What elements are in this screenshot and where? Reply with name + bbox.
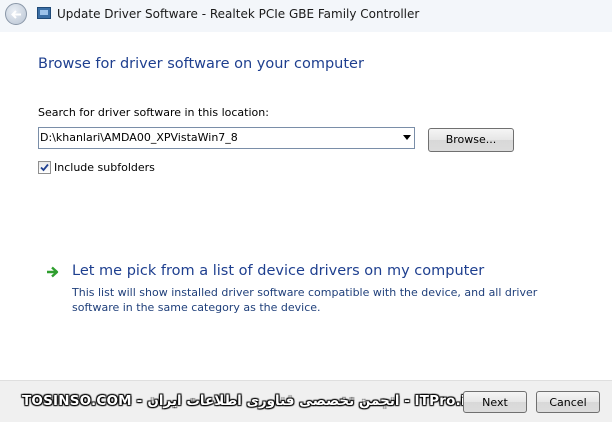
window-title: Update Driver Software - Realtek PCIe GB… — [57, 7, 420, 21]
back-arrow-icon — [11, 10, 21, 19]
pick-from-list-link[interactable]: Let me pick from a list of device driver… — [72, 263, 484, 279]
path-combobox[interactable] — [38, 127, 415, 149]
checkmark-icon — [40, 163, 49, 172]
search-location-label: Search for driver software in this locat… — [38, 106, 269, 119]
green-arrow-icon[interactable] — [46, 266, 60, 278]
chevron-down-icon[interactable] — [403, 135, 411, 140]
page-heading: Browse for driver software on your compu… — [38, 56, 364, 72]
include-subfolders-label[interactable]: Include subfolders — [54, 161, 155, 174]
next-button[interactable]: Next — [463, 391, 527, 413]
device-manager-icon — [37, 7, 51, 19]
pick-from-list-description: This list will show installed driver sof… — [72, 286, 538, 314]
watermark-text: TOSINSO.COM - انجمن تخصصی فناوری اطلاعات… — [22, 393, 473, 409]
back-button[interactable] — [5, 3, 27, 25]
include-subfolders-checkbox[interactable] — [38, 161, 51, 174]
title-bar: Update Driver Software - Realtek PCIe GB… — [0, 0, 612, 32]
cancel-button[interactable]: Cancel — [536, 391, 600, 413]
path-input[interactable] — [39, 128, 394, 148]
browse-button[interactable]: Browse... — [428, 128, 514, 152]
